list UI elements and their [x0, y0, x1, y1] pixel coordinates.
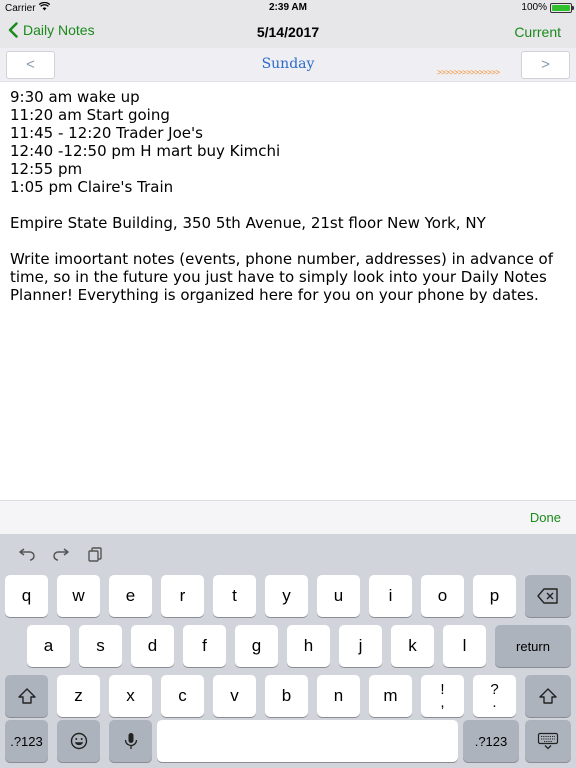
emoji-key[interactable]	[57, 720, 100, 762]
navigation-bar: Daily Notes 5/14/2017 Current	[0, 16, 576, 48]
keyboard: q w e r t y u i o p a s d f g h j k l re…	[0, 534, 576, 768]
notes-text-area[interactable]: 9:30 am wake up 11:20 am Start going 11:…	[0, 82, 576, 500]
space-key[interactable]	[157, 720, 458, 762]
key-q[interactable]: q	[5, 575, 48, 617]
key-a[interactable]: a	[27, 625, 70, 667]
microphone-icon	[124, 733, 137, 749]
day-selector-bar: < Sunday >>>>>>>>>>>>>>> >	[0, 48, 576, 82]
input-accessory-bar: Done	[0, 500, 576, 534]
key-r[interactable]: r	[161, 575, 204, 617]
note-line: 1:05 pm Claire's Train	[10, 178, 174, 196]
key-j[interactable]: j	[339, 625, 382, 667]
keyboard-shortcut-bar	[0, 534, 576, 574]
shift-right-key[interactable]	[525, 675, 571, 717]
key-u[interactable]: u	[317, 575, 360, 617]
battery-percent: 100%	[521, 2, 547, 13]
note-line: 11:45 - 12:20 Trader Joe's	[10, 124, 203, 142]
shift-left-key[interactable]	[5, 675, 48, 717]
key-bottom-glyph: ,	[440, 694, 445, 711]
key-s[interactable]: s	[79, 625, 122, 667]
note-line: 11:20 am Start going	[10, 106, 170, 124]
backspace-key[interactable]	[525, 575, 571, 617]
battery-cap	[572, 5, 574, 10]
status-time: 2:39 AM	[269, 2, 307, 13]
return-key[interactable]: return	[495, 625, 571, 667]
backspace-icon	[537, 588, 558, 604]
key-n[interactable]: n	[317, 675, 360, 717]
key-d[interactable]: d	[131, 625, 174, 667]
next-day-button[interactable]: >	[521, 51, 570, 79]
key-x[interactable]: x	[109, 675, 152, 717]
key-exclamation-comma[interactable]: ! ,	[421, 675, 464, 717]
numbers-right-key[interactable]: .?123	[463, 720, 519, 762]
redo-icon[interactable]	[51, 546, 71, 562]
swipe-arrows-indicator: >>>>>>>>>>>>>>>	[437, 68, 500, 77]
key-m[interactable]: m	[369, 675, 412, 717]
note-paragraph: Write imoortant notes (events, phone num…	[10, 250, 554, 304]
numbers-left-key[interactable]: .?123	[5, 720, 48, 762]
key-k[interactable]: k	[391, 625, 434, 667]
key-h[interactable]: h	[287, 625, 330, 667]
key-o[interactable]: o	[421, 575, 464, 617]
page-title: 5/14/2017	[256, 24, 320, 40]
note-line: 12:40 -12:50 pm H mart buy Kimchi	[10, 142, 281, 160]
microphone-key[interactable]	[109, 720, 152, 762]
key-z[interactable]: z	[57, 675, 100, 717]
undo-icon[interactable]	[17, 546, 37, 562]
key-w[interactable]: w	[57, 575, 100, 617]
shift-icon	[17, 688, 36, 704]
current-button[interactable]: Current	[514, 24, 561, 40]
key-e[interactable]: e	[109, 575, 152, 617]
key-question-period[interactable]: ? .	[473, 675, 516, 717]
status-bar: Carrier 2:39 AM 100%	[0, 0, 576, 16]
paste-icon[interactable]	[86, 546, 106, 562]
key-stack: ! ,	[440, 682, 445, 711]
key-i[interactable]: i	[369, 575, 412, 617]
shift-icon	[539, 688, 557, 704]
key-y[interactable]: y	[265, 575, 308, 617]
key-l[interactable]: l	[443, 625, 486, 667]
key-stack: ? .	[490, 682, 498, 711]
key-c[interactable]: c	[161, 675, 204, 717]
key-v[interactable]: v	[213, 675, 256, 717]
key-p[interactable]: p	[473, 575, 516, 617]
keyboard-dismiss-key[interactable]	[525, 720, 571, 762]
key-b[interactable]: b	[265, 675, 308, 717]
status-right: 100%	[521, 2, 574, 13]
key-f[interactable]: f	[183, 625, 226, 667]
done-button[interactable]: Done	[530, 510, 561, 525]
key-g[interactable]: g	[235, 625, 278, 667]
note-line: 9:30 am wake up	[10, 88, 140, 106]
battery-fill	[552, 4, 570, 11]
note-address: Empire State Building, 350 5th Avenue, 2…	[10, 214, 486, 232]
key-t[interactable]: t	[213, 575, 256, 617]
emoji-icon	[70, 732, 87, 750]
note-line: 12:55 pm	[10, 160, 83, 178]
keyboard-dismiss-icon	[537, 732, 559, 750]
battery-icon	[550, 2, 574, 13]
key-bottom-glyph: .	[492, 694, 497, 711]
